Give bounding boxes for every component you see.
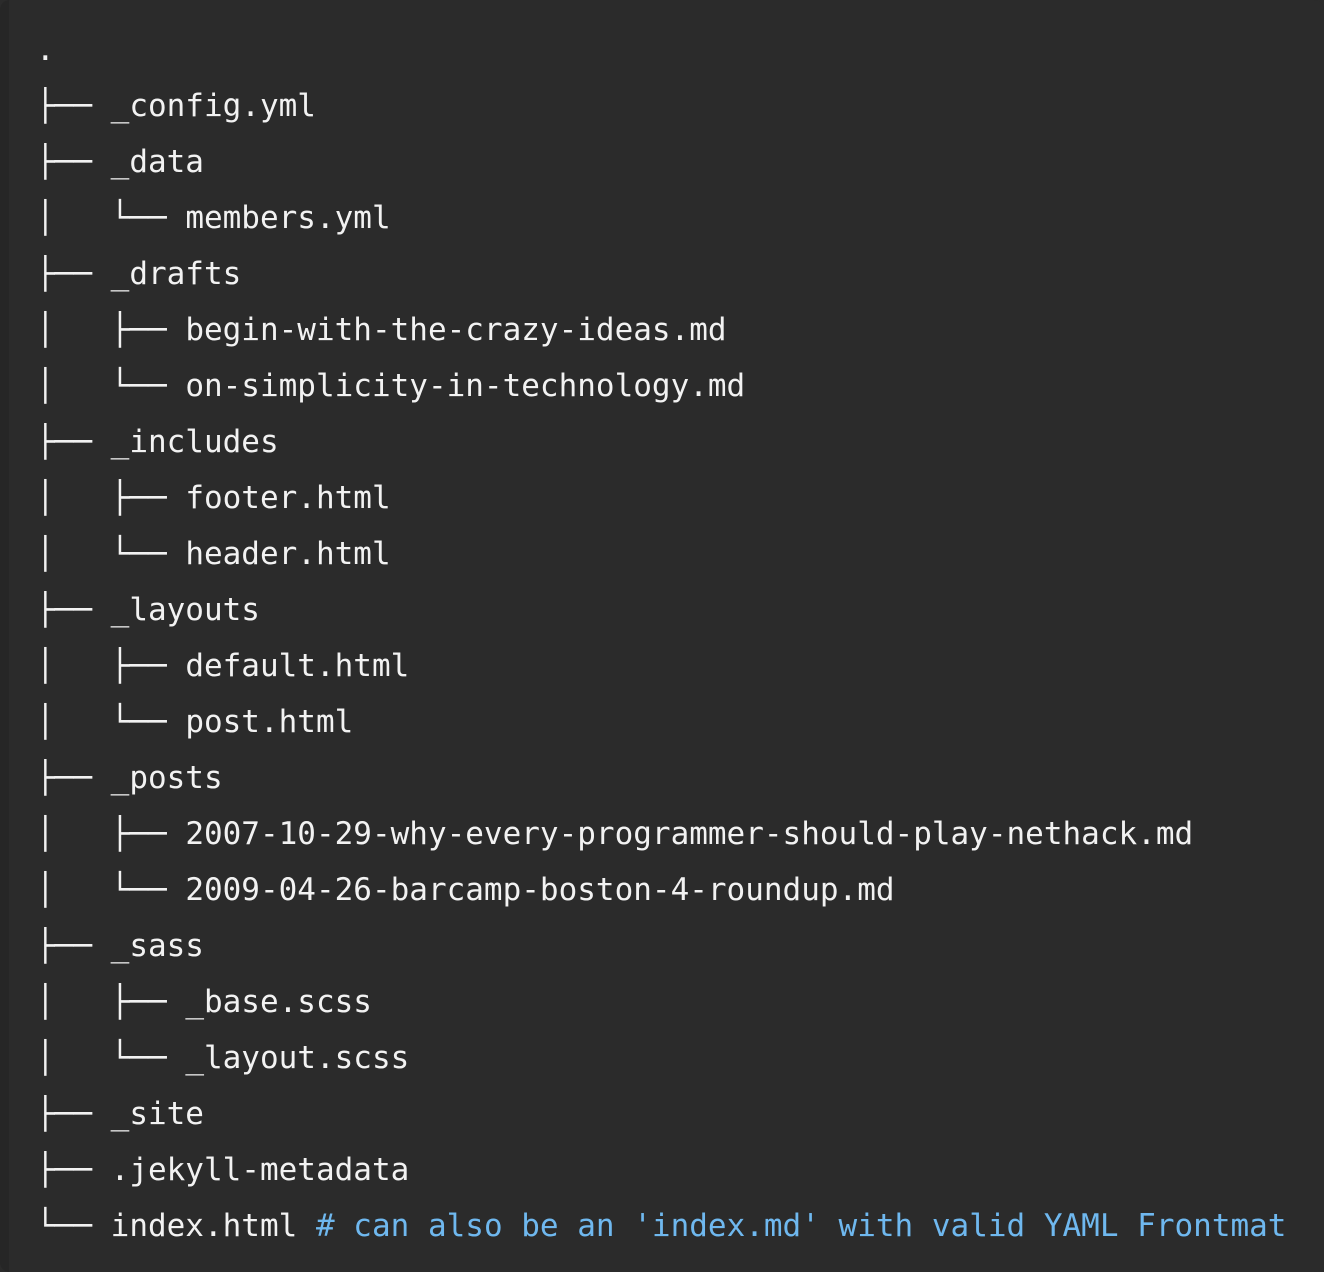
tree-line: │ └── members.yml	[0, 190, 1324, 246]
tree-branch-glyphs: │ ├──	[36, 816, 186, 852]
tree-entry-name: header.html	[185, 536, 391, 572]
tree-entry-name: default.html	[185, 648, 410, 684]
tree-line: ├── _sass	[0, 918, 1324, 974]
tree-line: ├── _data	[0, 134, 1324, 190]
tree-entry-name: post.html	[185, 704, 354, 740]
tree-line: │ ├── default.html	[0, 638, 1324, 694]
tree-line: │ └── on-simplicity-in-technology.md	[0, 358, 1324, 414]
tree-line: │ ├── begin-with-the-crazy-ideas.md	[0, 302, 1324, 358]
tree-branch-glyphs: │ └──	[36, 704, 186, 740]
tree-branch-glyphs: │ ├──	[36, 480, 186, 516]
tree-line: ├── _site	[0, 1086, 1324, 1142]
tree-entry-name: _data	[110, 144, 204, 180]
tree-entry-name: 2007-10-29-why-every-programmer-should-p…	[185, 816, 1194, 852]
tree-line: .	[0, 22, 1324, 78]
tree-entry-name: .	[36, 32, 55, 68]
tree-entry-name: _layouts	[110, 592, 260, 628]
tree-line: │ ├── footer.html	[0, 470, 1324, 526]
tree-branch-glyphs: │ ├──	[36, 312, 186, 348]
tree-entry-name: _sass	[110, 928, 204, 964]
tree-branch-glyphs: │ └──	[36, 368, 186, 404]
tree-entry-name: _config.yml	[110, 88, 316, 124]
tree-line: ├── _drafts	[0, 246, 1324, 302]
tree-line: ├── _posts	[0, 750, 1324, 806]
tree-line: ├── _layouts	[0, 582, 1324, 638]
code-block: . ├── _config.yml ├── _data │ └── members.y…	[0, 0, 1324, 1272]
tree-entry-comment: # can also be an 'index.md' with valid Y…	[315, 1208, 1287, 1244]
tree-entry-name: .jekyll-metadata	[110, 1152, 410, 1188]
tree-entry-name: footer.html	[185, 480, 391, 516]
tree-line: ├── _config.yml	[0, 78, 1324, 134]
directory-tree-listing: . ├── _config.yml ├── _data │ └── members.y…	[0, 0, 1324, 1272]
tree-branch-glyphs: ├──	[36, 928, 111, 964]
tree-entry-name: on-simplicity-in-technology.md	[185, 368, 746, 404]
tree-line: ├── .jekyll-metadata	[0, 1142, 1324, 1198]
tree-branch-glyphs: │ └──	[36, 200, 186, 236]
tree-entry-name: _layout.scss	[185, 1040, 410, 1076]
tree-branch-glyphs: ├──	[36, 256, 111, 292]
tree-branch-glyphs: │ └──	[36, 1040, 186, 1076]
tree-branch-glyphs: ├──	[36, 424, 111, 460]
tree-entry-name: members.yml	[185, 200, 391, 236]
tree-entry-name: _site	[110, 1096, 204, 1132]
tree-line: │ └── 2009-04-26-barcamp-boston-4-roundu…	[0, 862, 1324, 918]
tree-entry-name: _includes	[110, 424, 279, 460]
tree-branch-glyphs: ├──	[36, 592, 111, 628]
tree-branch-glyphs: └──	[36, 1208, 111, 1244]
tree-branch-glyphs: ├──	[36, 1152, 111, 1188]
tree-line: │ └── _layout.scss	[0, 1030, 1324, 1086]
tree-branch-glyphs: ├──	[36, 1096, 111, 1132]
tree-line: │ └── post.html	[0, 694, 1324, 750]
tree-entry-name: _posts	[110, 760, 223, 796]
tree-branch-glyphs: │ ├──	[36, 984, 186, 1020]
tree-line: │ ├── 2007-10-29-why-every-programmer-sh…	[0, 806, 1324, 862]
tree-entry-name: _base.scss	[185, 984, 372, 1020]
tree-branch-glyphs: ├──	[36, 144, 111, 180]
tree-line: │ └── header.html	[0, 526, 1324, 582]
tree-branch-glyphs: ├──	[36, 760, 111, 796]
tree-branch-glyphs: │ └──	[36, 536, 186, 572]
tree-branch-glyphs: │ ├──	[36, 648, 186, 684]
tree-branch-glyphs: │ └──	[36, 872, 186, 908]
tree-entry-name: 2009-04-26-barcamp-boston-4-roundup.md	[185, 872, 895, 908]
tree-entry-name: index.html	[110, 1208, 316, 1244]
tree-entry-name: _drafts	[110, 256, 242, 292]
tree-line: │ ├── _base.scss	[0, 974, 1324, 1030]
tree-line: ├── _includes	[0, 414, 1324, 470]
tree-branch-glyphs: ├──	[36, 88, 111, 124]
tree-entry-name: begin-with-the-crazy-ideas.md	[185, 312, 727, 348]
tree-line: └── index.html # can also be an 'index.m…	[0, 1198, 1324, 1254]
